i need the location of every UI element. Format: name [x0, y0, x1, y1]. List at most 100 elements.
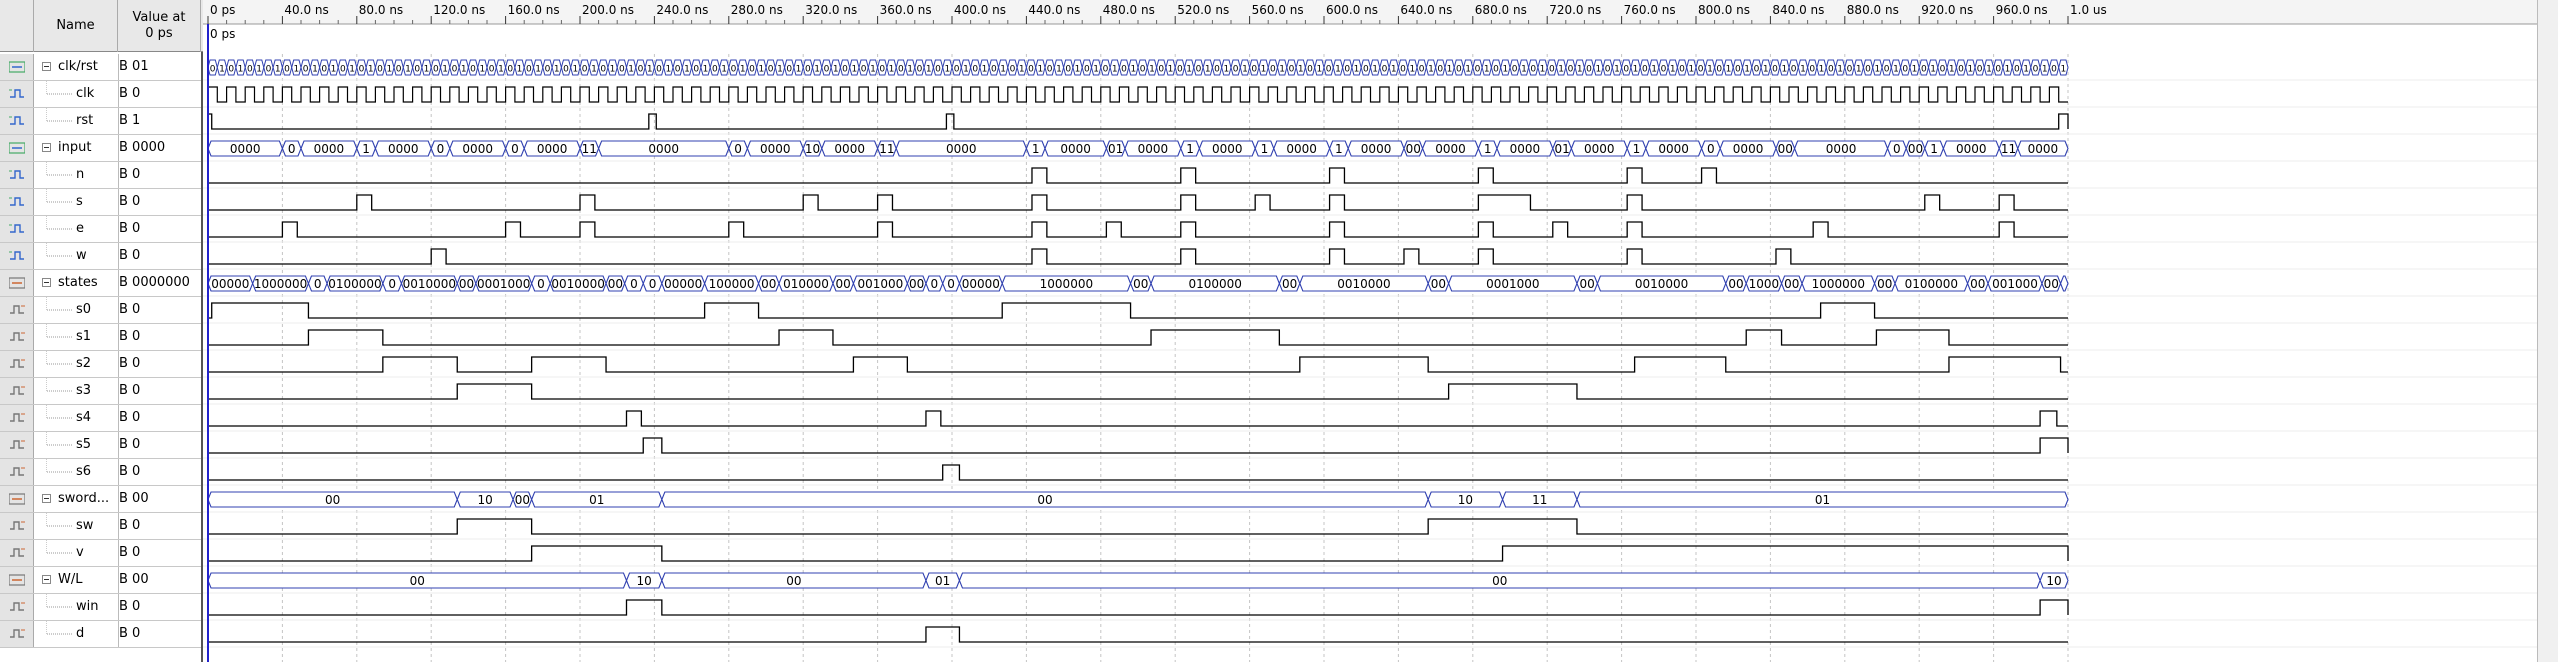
- signal-row-s5[interactable]: s5 B 0: [0, 432, 201, 459]
- signal-name: win: [76, 599, 99, 614]
- tree-branch-icon: [46, 243, 72, 257]
- time-tick-label: 360.0 ns: [880, 3, 932, 17]
- collapse-toggle-icon[interactable]: [42, 494, 51, 503]
- svg-text:0: 0: [1828, 65, 1834, 75]
- value-column-header[interactable]: Value at 0 ps: [118, 0, 201, 52]
- svg-text:0: 0: [1456, 65, 1462, 75]
- tree-branch-icon: [46, 297, 72, 311]
- signal-row-n[interactable]: n B 0: [0, 162, 201, 189]
- svg-text:0: 0: [1735, 65, 1741, 75]
- tree-branch-icon: [46, 108, 72, 122]
- svg-text:1: 1: [572, 65, 578, 75]
- collapse-toggle-icon[interactable]: [42, 62, 51, 71]
- signal-value: B 0: [118, 243, 201, 269]
- svg-text:1: 1: [368, 65, 374, 75]
- time-tick-label: 440.0 ns: [1028, 3, 1080, 17]
- time-tick-label: 720.0 ns: [1549, 3, 1601, 17]
- bus-value-label: 00: [1728, 277, 1743, 291]
- svg-text:0: 0: [1586, 65, 1592, 75]
- tree-branch-icon: [46, 324, 72, 338]
- collapse-toggle-icon[interactable]: [42, 575, 51, 584]
- vertical-scrollbar[interactable]: [2537, 0, 2558, 662]
- signal-row-sword[interactable]: sword... B 00: [0, 486, 201, 513]
- svg-text:0: 0: [1084, 65, 1090, 75]
- svg-text:1: 1: [1540, 65, 1546, 75]
- svg-text:1: 1: [1614, 65, 1620, 75]
- tree-branch-icon: [46, 351, 72, 365]
- svg-text:0: 0: [675, 65, 681, 75]
- svg-text:1: 1: [1242, 65, 1248, 75]
- signal-row-s0[interactable]: s0 B 0: [0, 297, 201, 324]
- svg-text:1: 1: [1670, 65, 1676, 75]
- bus-value-label: 0000: [1361, 142, 1392, 156]
- svg-text:1: 1: [926, 65, 932, 75]
- svg-text:1: 1: [293, 65, 299, 75]
- output-signal-icon: [0, 324, 34, 350]
- signal-row-sw[interactable]: sw B 0: [0, 513, 201, 540]
- bus-value-label: 0100000: [328, 277, 381, 291]
- signal-row-w[interactable]: w B 0: [0, 243, 201, 270]
- time-tick-label: 0 ps: [210, 3, 235, 17]
- svg-text:1: 1: [1484, 65, 1490, 75]
- bus-value-label: 00: [1970, 277, 1985, 291]
- bus-value-label: 001000: [1992, 277, 2038, 291]
- svg-text:1: 1: [1874, 65, 1880, 75]
- bus-value-label: 1000000: [1812, 277, 1865, 291]
- svg-text:0: 0: [917, 65, 923, 75]
- signal-row-wl[interactable]: W/L B 00: [0, 567, 201, 594]
- svg-text:0: 0: [1865, 65, 1871, 75]
- svg-text:1: 1: [312, 65, 318, 75]
- bus-states: 00000 1000000 0 0100000 0 0010000 00 0001000 0 00…: [207, 275, 2069, 292]
- signal-row-s2[interactable]: s2 B 0: [0, 351, 201, 378]
- svg-text:0: 0: [1772, 65, 1778, 75]
- signal-value: B 0: [118, 540, 201, 566]
- bus-value-label: 0000: [834, 142, 865, 156]
- signal-row-s3[interactable]: s3 B 0: [0, 378, 201, 405]
- signal-row-win[interactable]: win B 0: [0, 594, 201, 621]
- collapse-toggle-icon[interactable]: [42, 143, 51, 152]
- svg-text:0: 0: [210, 65, 216, 75]
- signal-row-e[interactable]: e B 0: [0, 216, 201, 243]
- bus-value-label: 00: [1282, 277, 1297, 291]
- svg-text:0: 0: [1177, 65, 1183, 75]
- signal-row-v[interactable]: v B 0: [0, 540, 201, 567]
- cursor-time-label: 0 ps: [210, 27, 235, 41]
- signal-list-header: Name Value at 0 ps: [0, 0, 203, 52]
- bus-wl: 00 10 00 01 00 10: [207, 572, 2069, 589]
- bus-value-label: 00: [836, 277, 851, 291]
- bus-value-label: 00000: [664, 277, 702, 291]
- time-tick-label: 800.0 ns: [1698, 3, 1750, 17]
- svg-text:1: 1: [665, 65, 671, 75]
- signal-row-d[interactable]: d B 0: [0, 621, 201, 648]
- signal-row-s6[interactable]: s6 B 0: [0, 459, 201, 486]
- collapse-toggle-icon[interactable]: [42, 278, 51, 287]
- svg-text:1: 1: [1205, 65, 1211, 75]
- waveform-panel[interactable]: 0 ps 0 ps 40.0 ns 80.0 ns 120.0 ns 160.0 ns 20…: [203, 0, 2558, 662]
- bus-value-label: 00: [1431, 277, 1446, 291]
- signal-row-s[interactable]: s B 0: [0, 189, 201, 216]
- waveform-canvas[interactable]: 0 ps 0 ps 40.0 ns 80.0 ns 120.0 ns 160.0 ns 20…: [203, 0, 2558, 662]
- signal-row-rst[interactable]: rst B 1: [0, 108, 201, 135]
- bus-value-label: 0000: [1826, 142, 1857, 156]
- svg-text:0: 0: [1940, 65, 1946, 75]
- name-column-header[interactable]: Name: [34, 0, 118, 52]
- output-signal-icon: [0, 351, 34, 377]
- svg-text:0: 0: [1158, 65, 1164, 75]
- svg-text:1: 1: [461, 65, 467, 75]
- signal-row-clkbus[interactable]: clk/rst B 01: [0, 54, 201, 81]
- signal-row-clk[interactable]: clk B 0: [0, 81, 201, 108]
- time-tick-label: 600.0 ns: [1326, 3, 1378, 17]
- svg-text:1: 1: [889, 65, 895, 75]
- time-tick-label: 1.0 us: [2070, 3, 2107, 17]
- signal-row-s4[interactable]: s4 B 0: [0, 405, 201, 432]
- svg-text:0: 0: [898, 65, 904, 75]
- bus-value-label: 0000: [648, 142, 679, 156]
- time-cursor[interactable]: [207, 24, 209, 662]
- signal-row-s1[interactable]: s1 B 0: [0, 324, 201, 351]
- svg-text:1: 1: [424, 65, 430, 75]
- signal-row-states[interactable]: states B 0000000: [0, 270, 201, 297]
- signal-row-input[interactable]: input B 0000: [0, 135, 201, 162]
- svg-text:1: 1: [1967, 65, 1973, 75]
- bus-value-label: 00: [1877, 277, 1892, 291]
- signal-value: B 0: [118, 324, 201, 350]
